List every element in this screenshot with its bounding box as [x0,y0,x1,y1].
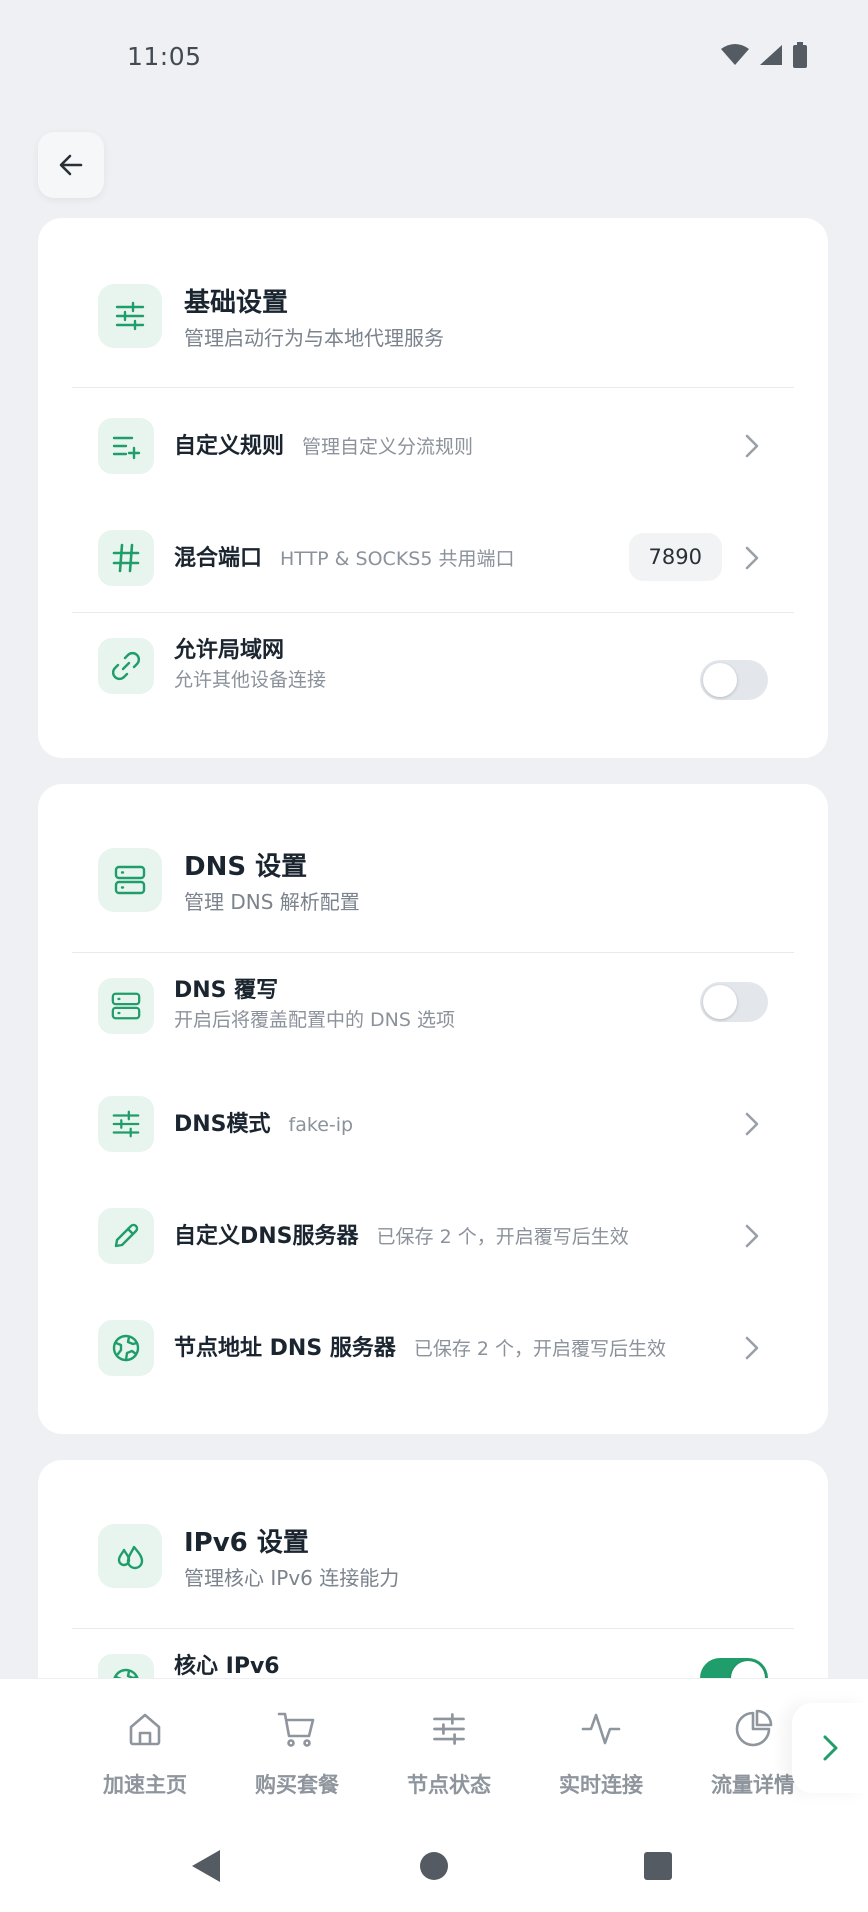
pie-chart-icon [735,1709,773,1747]
row-subtitle: 管理自定义分流规则 [302,436,474,458]
status-icons [720,42,808,68]
dns-override-toggle[interactable] [700,982,768,1022]
divider [72,387,794,388]
section-icon-box [98,284,162,348]
toggle-knob [703,985,737,1019]
row-title: 自定义DNS服务器 已保存 2 个，开启覆写后生效 [174,1224,629,1249]
custom-rules-row[interactable]: 自定义规则 管理自定义分流规则 [38,394,828,494]
row-subtitle: 已保存 2 个，开启覆写后生效 [376,1226,629,1248]
chevron-right-icon [745,546,759,570]
section-icon-box [98,1524,162,1588]
divider [72,1628,794,1629]
back-button[interactable] [38,132,104,198]
row-icon-box [98,978,154,1034]
nav-icon-wrap [536,1707,666,1751]
dns-settings-card: DNS 设置 管理 DNS 解析配置 DNS 覆写 开启后将覆盖配置中的 DNS… [38,784,828,1434]
row-icon-box [98,530,154,586]
divider [72,952,794,953]
row-icon-box [98,1096,154,1152]
basic-settings-card: 基础设置 管理启动行为与本地代理服务 自定义规则 管理自定义分流规则 混合端口 HT… [38,218,828,758]
nav-item-connections[interactable]: 实时连接 [536,1707,666,1799]
nav-scroll-right-button[interactable] [792,1703,868,1793]
allow-lan-toggle[interactable] [700,660,768,700]
row-title: 混合端口 HTTP & SOCKS5 共用端口 [174,546,515,571]
system-home-icon[interactable] [418,1848,450,1884]
nav-icon-wrap [384,1707,514,1751]
status-time: 11:05 [127,42,202,71]
system-recents-icon[interactable] [642,1848,674,1884]
server-icon [111,992,141,1020]
row-subtitle: 允许其他设备连接 [174,669,327,691]
cart-icon [277,1712,315,1747]
hash-icon [112,543,140,573]
wifi-icon [721,44,749,65]
row-title: DNS 覆写 [174,978,279,1003]
nav-item-node-status[interactable]: 节点状态 [384,1707,514,1799]
section-subtitle: 管理启动行为与本地代理服务 [184,326,444,350]
row-title: 自定义规则 管理自定义分流规则 [174,434,474,459]
server-icon [114,865,146,895]
bottom-nav: 加速主页 购买套餐 节点状态 实时连接 流量详情 [0,1678,868,1824]
section-title: IPv6 设置 [184,1528,309,1558]
nav-label: 加速主页 [103,1773,187,1797]
row-subtitle: 已保存 2 个，开启覆写后生效 [413,1338,667,1360]
allow-lan-row: 允许局域网 允许其他设备连接 [38,614,828,714]
sliders-icon [112,1110,140,1138]
droplets-icon [117,1545,144,1570]
chevron-right-icon [745,1224,759,1248]
row-subtitle: 开启后将覆盖配置中的 DNS 选项 [174,1009,455,1031]
custom-dns-servers-row[interactable]: 自定义DNS服务器 已保存 2 个，开启覆写后生效 [38,1184,828,1284]
divider [72,612,794,613]
section-subtitle: 管理核心 IPv6 连接能力 [184,1566,400,1590]
nav-label: 实时连接 [559,1773,643,1797]
chevron-right-icon [745,434,759,458]
globe-icon [112,1334,140,1362]
status-bar: 11:05 [0,0,868,110]
section-subtitle: 管理 DNS 解析配置 [184,890,360,914]
list-plus-icon [112,436,141,460]
row-title: 核心 IPv6 [174,1654,280,1679]
row-icon-box [98,1208,154,1264]
dns-override-row: DNS 覆写 开启后将覆盖配置中的 DNS 选项 [38,954,828,1054]
row-icon-box [98,418,154,474]
row-icon-box [98,1320,154,1376]
port-value[interactable]: 7890 [628,533,722,581]
nav-label: 购买套餐 [255,1773,339,1797]
section-title: 基础设置 [184,288,289,318]
sliders-icon [433,1713,465,1745]
row-subtitle: fake-ip [288,1114,354,1136]
node-address-dns-row[interactable]: 节点地址 DNS 服务器 已保存 2 个，开启覆写后生效 [38,1296,828,1396]
mixed-port-row[interactable]: 混合端口 HTTP & SOCKS5 共用端口 7890 [38,506,828,606]
chevron-right-icon [823,1735,838,1761]
toggle-knob [703,663,737,697]
arrow-left-icon [59,154,83,176]
dns-mode-row[interactable]: DNS模式 fake-ip [38,1072,828,1172]
signal-icon [760,45,782,65]
activity-icon [581,1713,621,1745]
section-icon-box [98,848,162,912]
chevron-right-icon [745,1112,759,1136]
link-icon [112,652,140,680]
row-title: 节点地址 DNS 服务器 已保存 2 个，开启覆写后生效 [174,1336,667,1361]
pencil-icon [114,1223,139,1248]
row-title: DNS模式 fake-ip [174,1112,354,1137]
chevron-right-icon [745,1336,759,1360]
sliders-icon [115,301,145,331]
row-title: 允许局域网 [174,638,285,663]
system-back-icon[interactable] [190,1848,222,1884]
nav-icon-wrap [80,1707,210,1751]
system-nav-bar [0,1824,868,1912]
row-icon-box [98,638,154,694]
row-subtitle: HTTP & SOCKS5 共用端口 [280,548,515,570]
nav-icon-wrap [232,1707,362,1751]
nav-label: 节点状态 [407,1773,491,1797]
battery-icon [793,42,807,68]
nav-item-buy[interactable]: 购买套餐 [232,1707,362,1799]
section-title: DNS 设置 [184,852,308,882]
home-icon [129,1713,161,1746]
nav-item-home[interactable]: 加速主页 [80,1707,210,1799]
